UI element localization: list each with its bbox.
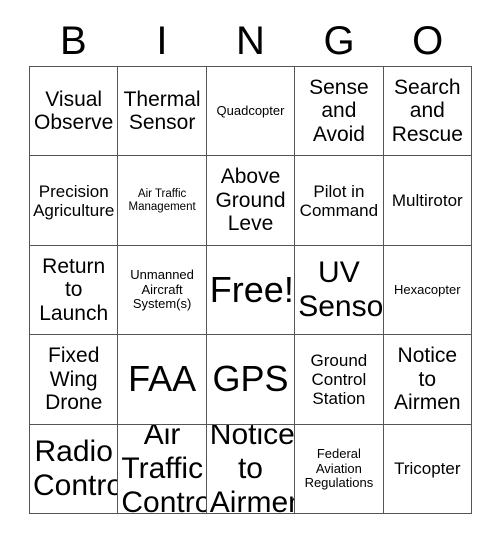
bingo-cell-label: Quadcopter bbox=[216, 102, 285, 118]
bingo-header-letter-b: B bbox=[59, 19, 87, 63]
bingo-cell-label: Notice to Airmen bbox=[394, 344, 461, 415]
bingo-cell-o1[interactable]: Search and Rescue bbox=[383, 67, 472, 157]
bingo-cell-label: Notice to Airmen bbox=[209, 424, 295, 514]
bingo-cell-label: Sense and Avoid bbox=[309, 75, 369, 146]
bingo-cell-label: Air Traffic Management bbox=[128, 187, 196, 213]
bingo-cell-g3[interactable]: UV Sensor bbox=[295, 245, 384, 336]
bingo-grid: Visual Observe Thermal Sensor Quadcopter… bbox=[29, 66, 472, 514]
bingo-cell-label: Hexacopter bbox=[394, 281, 461, 297]
bingo-cell-label: Thermal Sensor bbox=[123, 87, 201, 135]
bingo-cell-i3[interactable]: Unmanned Aircraft System(s) bbox=[118, 245, 207, 336]
bingo-cell-o2[interactable]: Multirotor bbox=[383, 156, 472, 246]
bingo-cell-n5[interactable]: Notice to Airmen bbox=[206, 424, 296, 514]
bingo-cell-b1[interactable]: Visual Observe bbox=[30, 67, 119, 157]
bingo-cell-g4[interactable]: Ground Control Station bbox=[295, 335, 384, 425]
bingo-cell-label: Fixed Wing Drone bbox=[45, 344, 103, 415]
bingo-cell-b2[interactable]: Precision Agriculture bbox=[30, 156, 119, 246]
bingo-cell-i4[interactable]: FAA bbox=[118, 335, 207, 425]
bingo-cell-g5[interactable]: Federal Aviation Regulations bbox=[295, 424, 384, 514]
bingo-cell-label: UV Sensor bbox=[298, 256, 384, 323]
bingo-cell-label: Visual Observe bbox=[34, 87, 114, 135]
bingo-cell-b3[interactable]: Return to Launch bbox=[30, 245, 119, 336]
bingo-cell-label: Tricopter bbox=[394, 459, 461, 479]
bingo-cell-g2[interactable]: Pilot in Command bbox=[295, 156, 384, 246]
bingo-cell-label: FAA bbox=[128, 358, 197, 400]
bingo-cell-label: Precision Agriculture bbox=[33, 181, 115, 220]
bingo-cell-i1[interactable]: Thermal Sensor bbox=[118, 67, 207, 157]
bingo-cell-b4[interactable]: Fixed Wing Drone bbox=[30, 335, 119, 425]
bingo-cell-label: Air Traffic Control bbox=[121, 424, 205, 514]
bingo-cell-label: Search and Rescue bbox=[391, 75, 463, 146]
bingo-cell-n2[interactable]: Above Ground Leve bbox=[206, 156, 296, 246]
bingo-header-letter-i: I bbox=[156, 19, 168, 63]
bingo-cell-label: Return to Launch bbox=[39, 254, 109, 325]
bingo-cell-label: Pilot in Command bbox=[299, 181, 379, 220]
bingo-cell-label: Federal Aviation Regulations bbox=[304, 445, 374, 491]
bingo-header-letter-g: G bbox=[323, 19, 355, 63]
bingo-header-row: B I N G O bbox=[29, 16, 472, 66]
bingo-cell-o5[interactable]: Tricopter bbox=[383, 424, 472, 514]
bingo-cell-o4[interactable]: Notice to Airmen bbox=[383, 335, 472, 425]
bingo-cell-free-space[interactable]: Free! bbox=[206, 245, 296, 336]
bingo-cell-label: Free! bbox=[209, 269, 294, 311]
bingo-cell-label: GPS bbox=[212, 358, 289, 400]
bingo-cell-label: Multirotor bbox=[391, 191, 463, 211]
bingo-cell-g1[interactable]: Sense and Avoid bbox=[295, 67, 384, 157]
bingo-header-letter-o: O bbox=[412, 19, 444, 63]
bingo-cell-label: Unmanned Aircraft System(s) bbox=[130, 267, 194, 312]
bingo-cell-label: Radio Control bbox=[33, 435, 117, 502]
bingo-cell-o3[interactable]: Hexacopter bbox=[383, 245, 472, 336]
bingo-header-letter-n: N bbox=[236, 19, 265, 63]
bingo-cell-n4[interactable]: GPS bbox=[206, 335, 296, 425]
bingo-cell-i2[interactable]: Air Traffic Management bbox=[118, 156, 207, 246]
bingo-card: B I N G O Visual Observe Thermal Sensor … bbox=[0, 0, 500, 544]
bingo-cell-label: Above Ground Leve bbox=[215, 165, 286, 236]
bingo-cell-label: Ground Control Station bbox=[310, 350, 368, 408]
bingo-cell-i5[interactable]: Air Traffic Control bbox=[118, 424, 207, 514]
bingo-cell-n1[interactable]: Quadcopter bbox=[206, 67, 296, 157]
bingo-cell-b5[interactable]: Radio Control bbox=[30, 424, 119, 514]
